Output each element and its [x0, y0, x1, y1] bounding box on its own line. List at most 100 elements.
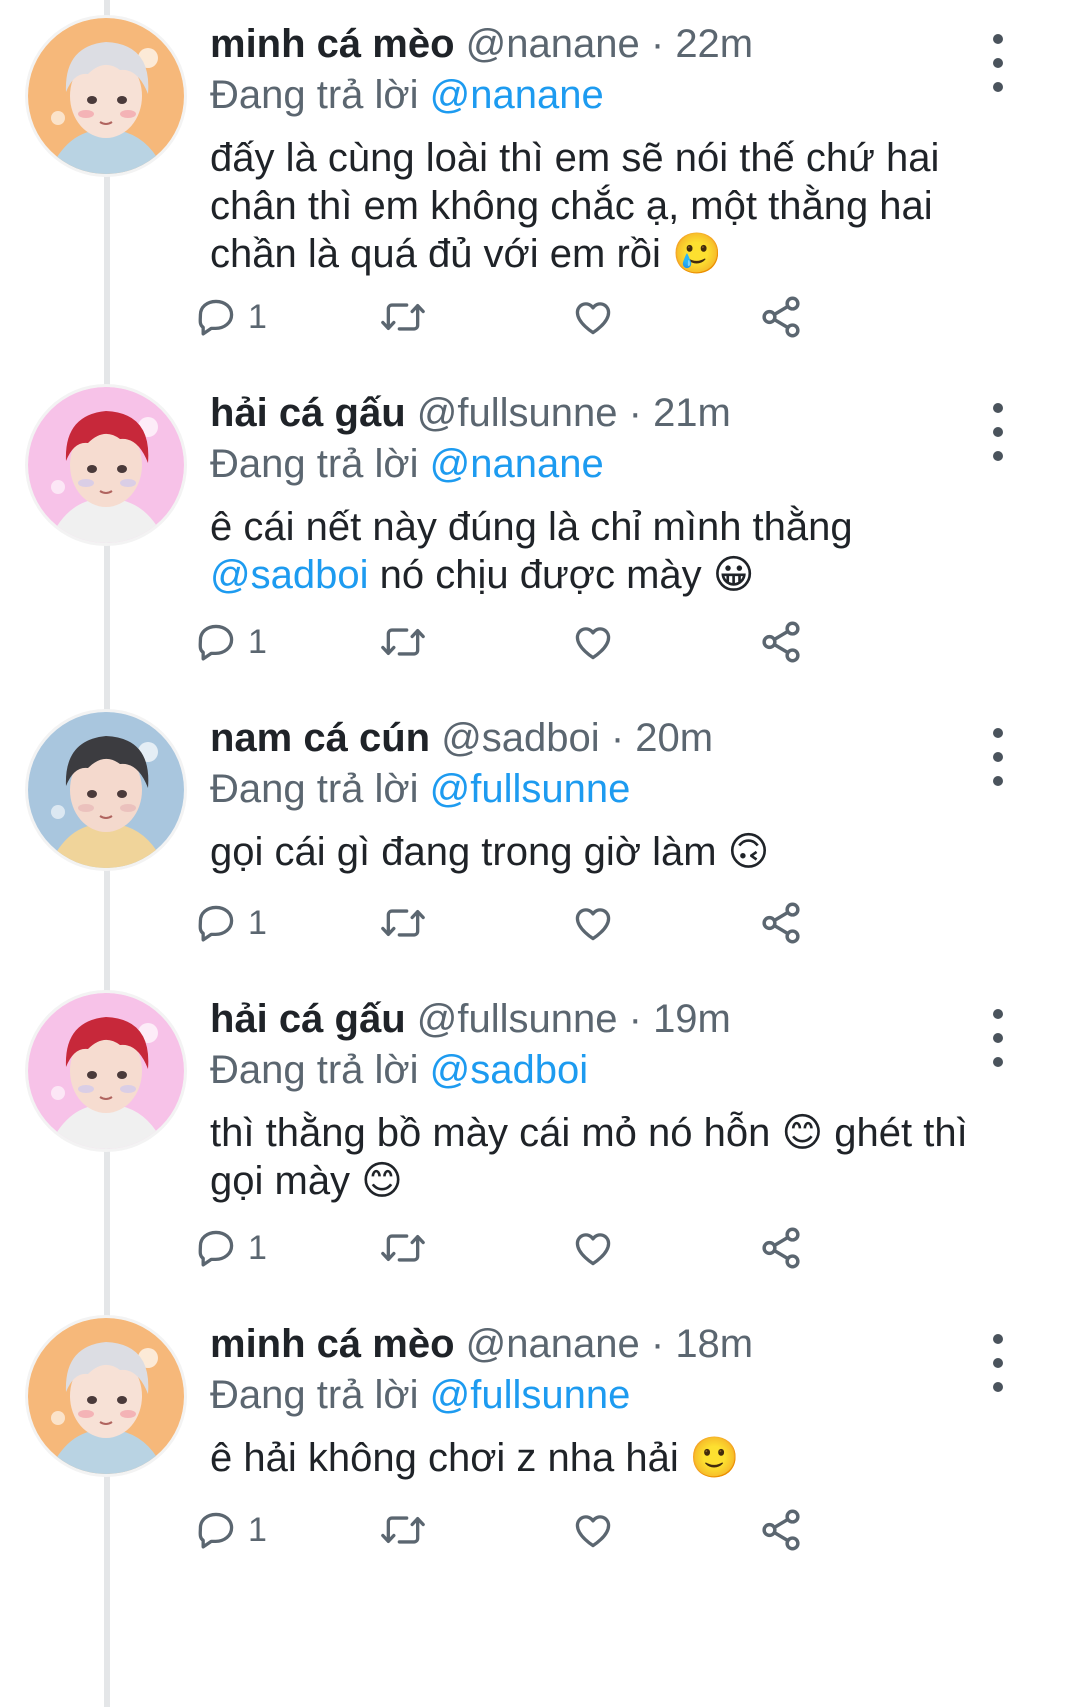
heart-icon: [570, 901, 616, 945]
tweet-content: hải cá gấu @fullsunne · 21m Đang trả lời …: [210, 387, 1030, 599]
display-name[interactable]: minh cá mèo: [210, 22, 455, 66]
heart-icon: [570, 295, 616, 339]
reply-button[interactable]: 1: [194, 1218, 267, 1278]
timestamp[interactable]: 20m: [635, 716, 713, 760]
tweet-content: hải cá gấu @fullsunne · 19m Đang trả lời …: [210, 993, 1030, 1205]
tweet-text-segment: nó chịu được mày: [368, 553, 713, 597]
timestamp[interactable]: 18m: [675, 1322, 753, 1366]
retweet-button[interactable]: [378, 1500, 428, 1560]
avatar[interactable]: [28, 1318, 184, 1474]
share-button[interactable]: [758, 1218, 804, 1278]
tweet[interactable]: hải cá gấu @fullsunne · 21m Đang trả lời …: [0, 387, 1080, 741]
avatar[interactable]: [28, 387, 184, 543]
display-name[interactable]: hải cá gấu: [210, 997, 406, 1041]
reply-count: 1: [248, 1228, 267, 1267]
tweet-text-segment: 🙃: [727, 830, 770, 874]
reply-icon: [194, 1508, 238, 1552]
avatar[interactable]: [28, 18, 184, 174]
tweet-text-segment: gọi cái gì đang trong giờ làm: [210, 830, 728, 874]
tweet-content: minh cá mèo @nanane · 22m Đang trả lời @n…: [210, 18, 1030, 278]
tweet-text: ê cái nết này đúng là chỉ mình thằng @sa…: [210, 503, 1010, 599]
timestamp[interactable]: 19m: [653, 997, 731, 1041]
reply-count: 1: [248, 622, 267, 661]
tweet-text-segment: 🙂: [689, 1436, 740, 1480]
replying-to-label: Đang trả lời: [210, 1048, 419, 1092]
username-handle[interactable]: @fullsunne: [417, 997, 618, 1041]
timestamp[interactable]: 22m: [675, 22, 753, 66]
replying-to-label: Đang trả lời: [210, 767, 419, 811]
avatar[interactable]: [28, 712, 184, 868]
like-button[interactable]: [570, 287, 616, 347]
heart-icon: [570, 1226, 616, 1270]
tweet-text-segment: ê cái nết này đúng là chỉ mình thằng: [210, 505, 853, 549]
tweet-actions: 1: [198, 612, 890, 672]
share-icon: [758, 1225, 804, 1271]
reply-button[interactable]: 1: [194, 1500, 267, 1560]
tweet[interactable]: hải cá gấu @fullsunne · 19m Đang trả lời …: [0, 993, 1080, 1347]
avatar[interactable]: [28, 993, 184, 1149]
tweet-text: ê hải không chơi z nha hải 🙂: [210, 1434, 1010, 1482]
tweet-text-segment: 😀: [712, 553, 755, 597]
mention-link[interactable]: @sadboi: [210, 553, 368, 597]
like-button[interactable]: [570, 1500, 616, 1560]
replying-to-mention[interactable]: @nanane: [430, 73, 604, 117]
replying-to: Đang trả lời @fullsunne: [210, 1370, 1030, 1420]
replying-to: Đang trả lời @nanane: [210, 70, 1030, 120]
more-options-icon[interactable]: [978, 1003, 1018, 1073]
share-button[interactable]: [758, 1500, 804, 1560]
reply-count: 1: [248, 297, 267, 336]
share-icon: [758, 1507, 804, 1553]
retweet-icon: [378, 295, 428, 339]
more-options-icon[interactable]: [978, 1328, 1018, 1398]
username-handle[interactable]: @nanane: [466, 1322, 640, 1366]
timestamp[interactable]: 21m: [653, 391, 731, 435]
tweet-text: thì thằng bồ mày cái mỏ nó hỗn 😊 ghét th…: [210, 1109, 1010, 1205]
share-icon: [758, 900, 804, 946]
share-icon: [758, 294, 804, 340]
tweet-actions: 1: [198, 1218, 890, 1278]
more-options-icon[interactable]: [978, 722, 1018, 792]
retweet-button[interactable]: [378, 1218, 428, 1278]
share-button[interactable]: [758, 893, 804, 953]
tweet-text: gọi cái gì đang trong giờ làm 🙃: [210, 828, 1010, 876]
username-handle[interactable]: @nanane: [466, 22, 640, 66]
more-options-icon[interactable]: [978, 28, 1018, 98]
reply-icon: [194, 901, 238, 945]
replying-to-mention[interactable]: @fullsunne: [430, 1373, 631, 1417]
username-handle[interactable]: @fullsunne: [417, 391, 618, 435]
reply-button[interactable]: 1: [194, 287, 267, 347]
display-name[interactable]: minh cá mèo: [210, 1322, 455, 1366]
tweet-text-segment: 😊: [361, 1159, 403, 1203]
retweet-button[interactable]: [378, 287, 428, 347]
reply-icon: [194, 1226, 238, 1270]
reply-count: 1: [248, 1510, 267, 1549]
replying-to-label: Đang trả lời: [210, 1373, 419, 1417]
like-button[interactable]: [570, 1218, 616, 1278]
retweet-button[interactable]: [378, 612, 428, 672]
replying-to-mention[interactable]: @sadboi: [430, 1048, 588, 1092]
reply-button[interactable]: 1: [194, 612, 267, 672]
display-name[interactable]: nam cá cún: [210, 716, 430, 760]
display-name[interactable]: hải cá gấu: [210, 391, 406, 435]
share-icon: [758, 619, 804, 665]
share-button[interactable]: [758, 287, 804, 347]
separator-dot: ·: [650, 1322, 665, 1366]
like-button[interactable]: [570, 612, 616, 672]
replying-to-mention[interactable]: @fullsunne: [430, 767, 631, 811]
replying-to: Đang trả lời @sadboi: [210, 1045, 1030, 1095]
heart-icon: [570, 1508, 616, 1552]
more-options-icon[interactable]: [978, 397, 1018, 467]
tweet-header: minh cá mèo @nanane · 22m: [210, 18, 1030, 70]
tweet-header: hải cá gấu @fullsunne · 19m: [210, 993, 1030, 1045]
tweet[interactable]: minh cá mèo @nanane · 18m Đang trả lời @f…: [0, 1318, 1080, 1672]
replying-to-label: Đang trả lời: [210, 73, 419, 117]
replying-to-mention[interactable]: @nanane: [430, 442, 604, 486]
username-handle[interactable]: @sadboi: [441, 716, 599, 760]
retweet-button[interactable]: [378, 893, 428, 953]
share-button[interactable]: [758, 612, 804, 672]
reply-icon: [194, 295, 238, 339]
tweet-content: nam cá cún @sadboi · 20m Đang trả lời @fu…: [210, 712, 1030, 876]
replying-to: Đang trả lời @nanane: [210, 439, 1030, 489]
reply-button[interactable]: 1: [194, 893, 267, 953]
like-button[interactable]: [570, 893, 616, 953]
